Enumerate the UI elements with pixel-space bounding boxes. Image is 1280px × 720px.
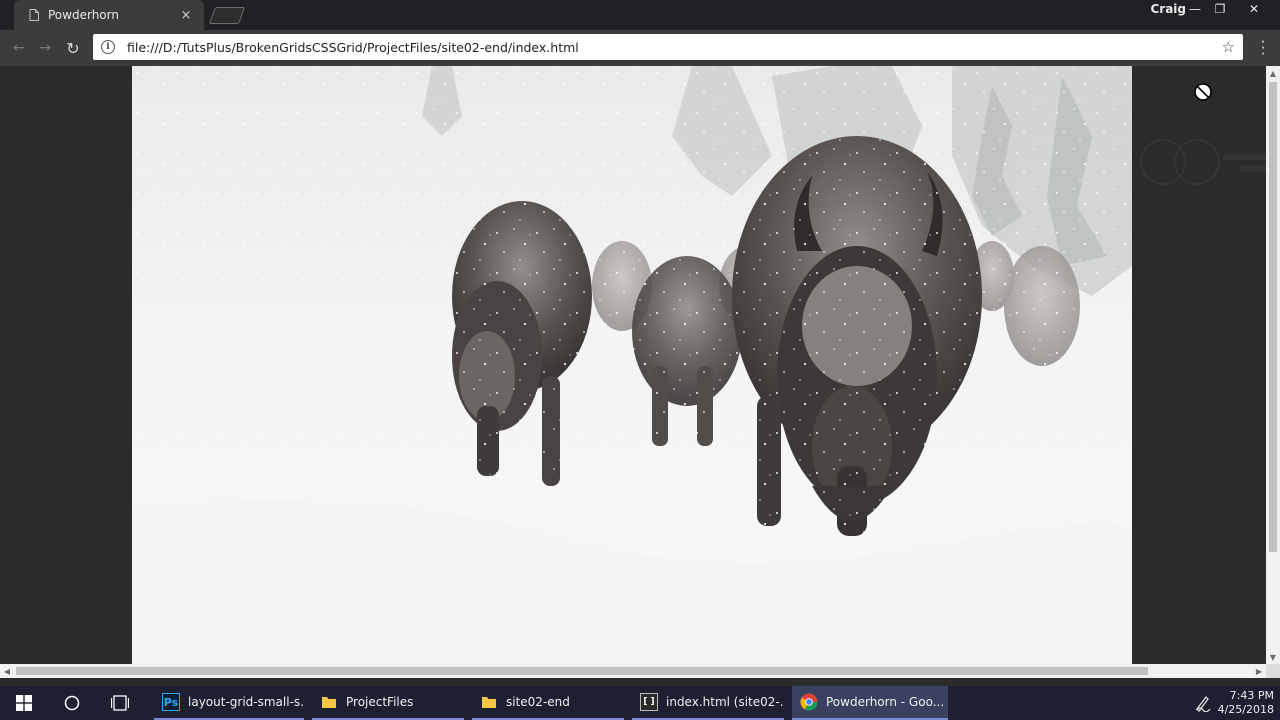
browser-menu-icon[interactable]: · · · [1258,35,1268,62]
url-input[interactable] [125,38,1222,56]
tab-title: Powderhorn [48,8,119,22]
scrollbar-corner [1266,664,1280,678]
snowy-bison-herd-photo [132,66,1132,664]
close-tab-icon[interactable]: × [178,7,194,23]
vertical-scroll-thumb[interactable] [1269,82,1277,552]
vertical-scrollbar[interactable]: ▲ ▼ [1266,66,1280,664]
browser-window: Powderhorn × Craig — ❐ ✕ ← → ↻ i ☆ ··· [0,0,1280,686]
browser-toolbar: ← → ↻ i ☆ ··· [0,30,1280,66]
not-allowed-cursor-icon [1194,83,1212,101]
back-icon[interactable]: ← [8,38,30,58]
forward-icon[interactable]: → [34,38,56,58]
taskbar-item-label: ProjectFiles [346,695,414,709]
address-bar[interactable]: i ☆ [93,34,1243,60]
clock-date: 4/25/2018 [1217,703,1274,716]
windows-taskbar: Ps layout-grid-small-s... ProjectFiles s… [0,686,1280,720]
system-clock[interactable]: 7:43 PM 4/25/2018 [1218,686,1274,720]
taskbar-item-label: site02-end [506,695,570,709]
taskbar-item-brackets[interactable]: [ ] index.html (site02-... [632,686,784,720]
new-tab-button[interactable] [208,7,246,24]
taskbar-item-site02-end[interactable]: site02-end [472,686,624,720]
chrome-icon [800,693,818,711]
page-viewport [0,66,1266,664]
brackets-icon: [ ] [640,693,658,711]
scroll-left-icon[interactable]: ◀ [0,664,14,678]
taskbar-item-chrome[interactable]: Powderhorn - Goo... [792,686,948,720]
page-icon [28,8,40,22]
clock-time: 7:43 PM [1229,689,1274,702]
watermark-logo-icon [1140,139,1266,185]
tab-strip: Powderhorn × Craig — ❐ ✕ [0,0,1280,30]
scroll-right-icon[interactable]: ▶ [1252,664,1266,678]
pen-workspace-icon[interactable] [1194,694,1212,712]
hero-image [132,66,1132,664]
minimize-icon[interactable]: — [1182,0,1208,18]
scroll-down-icon[interactable]: ▼ [1266,650,1280,664]
restore-icon[interactable]: ❐ [1207,0,1233,18]
horizontal-scrollbar[interactable]: ◀ ▶ [0,664,1266,678]
taskbar-item-photoshop[interactable]: Ps layout-grid-small-s... [154,686,304,720]
taskbar-item-projectfiles[interactable]: ProjectFiles [312,686,464,720]
horizontal-scroll-thumb[interactable] [16,667,1148,675]
site-info-icon[interactable]: i [101,40,115,54]
bookmark-star-icon[interactable]: ☆ [1222,38,1235,56]
scroll-up-icon[interactable]: ▲ [1266,66,1280,80]
task-view-icon[interactable] [96,686,144,720]
taskbar-item-label: Powderhorn - Goo... [826,695,945,709]
reload-icon[interactable]: ↻ [62,38,84,58]
cortana-search-icon[interactable] [48,686,96,720]
close-window-icon[interactable]: ✕ [1241,0,1267,18]
taskbar-item-label: index.html (site02-... [666,695,784,709]
taskbar-item-label: layout-grid-small-s... [188,695,304,709]
tab-powderhorn[interactable]: Powderhorn × [14,0,204,30]
photoshop-icon: Ps [162,693,180,711]
windows-start-icon[interactable] [0,686,48,720]
folder-icon [480,693,498,711]
folder-icon [320,693,338,711]
